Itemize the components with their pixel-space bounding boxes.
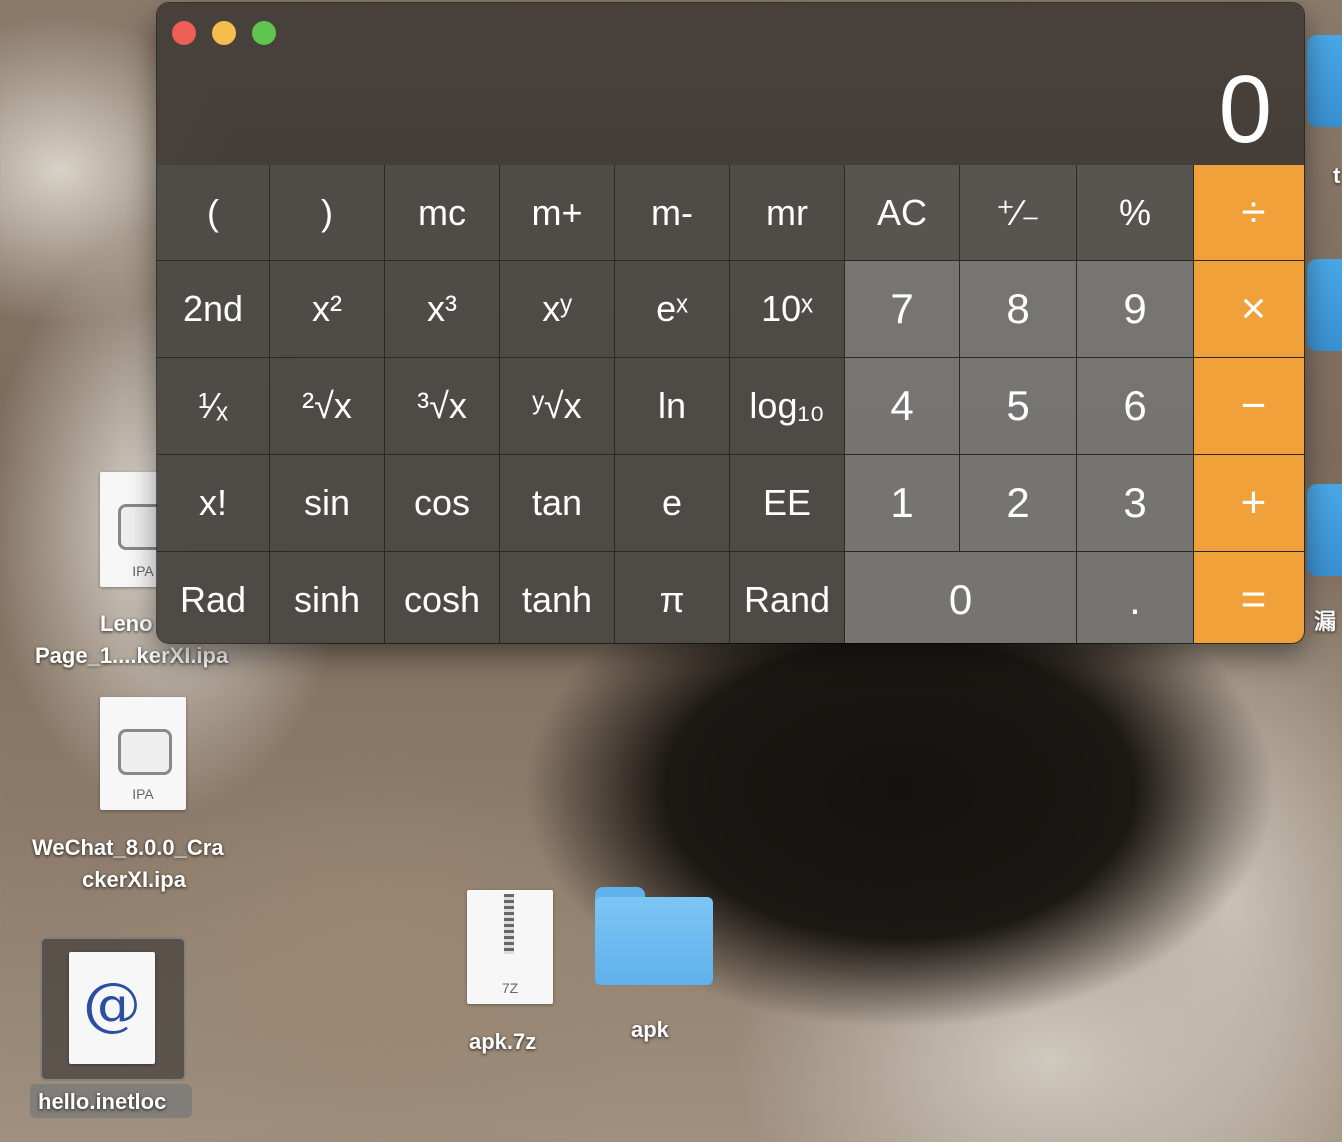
calculator-display: 0 [1218, 56, 1272, 163]
key-open-paren[interactable]: ( [157, 165, 269, 260]
key-plus-minus[interactable]: ⁺∕₋ [960, 165, 1076, 260]
key-log10[interactable]: log₁₀ [730, 358, 844, 454]
calculator-window: 0 ( ) mc m+ m- mr AC ⁺∕₋ % ÷ 2nd x² x³ x… [157, 3, 1304, 643]
folder-icon [595, 887, 713, 985]
key-cosh[interactable]: cosh [385, 552, 499, 643]
file-name: apk.7z [469, 1029, 537, 1054]
key-equals[interactable]: = [1194, 552, 1304, 643]
key-3[interactable]: 3 [1077, 455, 1193, 551]
file-name: hello.inetloc [38, 1089, 167, 1114]
key-e[interactable]: e [615, 455, 729, 551]
key-rad[interactable]: Rad [157, 552, 269, 643]
key-percent[interactable]: % [1077, 165, 1193, 260]
folder-icon-partial[interactable] [1307, 259, 1342, 351]
key-pi[interactable]: π [615, 552, 729, 643]
folder-icon-partial[interactable] [1307, 35, 1342, 127]
key-mc[interactable]: mc [385, 165, 499, 260]
file-name-line1: Leno [100, 611, 153, 636]
key-decimal[interactable]: . [1077, 552, 1193, 643]
zipper-icon [504, 894, 514, 954]
key-1[interactable]: 1 [845, 455, 959, 551]
key-sin[interactable]: sin [270, 455, 384, 551]
ipa-file-icon: IPA [100, 697, 186, 810]
ipa-tag: IPA [132, 786, 154, 802]
key-square-root[interactable]: ²√x [270, 358, 384, 454]
key-x-squared[interactable]: x² [270, 261, 384, 357]
key-y-root[interactable]: ʸ√x [500, 358, 614, 454]
key-2[interactable]: 2 [960, 455, 1076, 551]
key-x-cubed[interactable]: x³ [385, 261, 499, 357]
key-tanh[interactable]: tanh [500, 552, 614, 643]
key-ln[interactable]: ln [615, 358, 729, 454]
key-ac[interactable]: AC [845, 165, 959, 260]
archive-file-icon: 7Z [467, 890, 553, 1004]
key-8[interactable]: 8 [960, 261, 1076, 357]
at-sign-icon: @ [83, 970, 141, 1038]
partial-label: 漏 [1314, 609, 1337, 634]
partial-label: t [1333, 163, 1341, 188]
keypad: ( ) mc m+ m- mr AC ⁺∕₋ % ÷ 2nd x² x³ xʸ … [157, 165, 1304, 643]
key-reciprocal[interactable]: ¹⁄ₓ [157, 358, 269, 454]
archive-tag: 7Z [501, 980, 519, 996]
zoom-button[interactable] [252, 21, 276, 45]
key-subtract[interactable]: − [1194, 358, 1304, 454]
key-e-pow-x[interactable]: eˣ [615, 261, 729, 357]
key-9[interactable]: 9 [1077, 261, 1193, 357]
key-x-pow-y[interactable]: xʸ [500, 261, 614, 357]
key-mr[interactable]: mr [730, 165, 844, 260]
key-6[interactable]: 6 [1077, 358, 1193, 454]
key-2nd[interactable]: 2nd [157, 261, 269, 357]
key-m-minus[interactable]: m- [615, 165, 729, 260]
key-cos[interactable]: cos [385, 455, 499, 551]
minimize-button[interactable] [212, 21, 236, 45]
inetloc-file-icon: @ [69, 952, 155, 1064]
key-10-pow-x[interactable]: 10ˣ [730, 261, 844, 357]
close-button[interactable] [172, 21, 196, 45]
key-0[interactable]: 0 [845, 552, 1076, 643]
key-ee[interactable]: EE [730, 455, 844, 551]
key-4[interactable]: 4 [845, 358, 959, 454]
file-name-line2: ckerXI.ipa [82, 867, 186, 892]
key-rand[interactable]: Rand [730, 552, 844, 643]
folder-icon-partial[interactable] [1307, 484, 1342, 576]
key-5[interactable]: 5 [960, 358, 1076, 454]
folder-name: apk [631, 1017, 669, 1042]
key-divide[interactable]: ÷ [1194, 165, 1304, 260]
file-name: Page_1....kerXI.ipa [35, 643, 229, 668]
key-multiply[interactable]: × [1194, 261, 1304, 357]
key-tan[interactable]: tan [500, 455, 614, 551]
key-7[interactable]: 7 [845, 261, 959, 357]
file-name-line1: WeChat_8.0.0_Cra [32, 835, 224, 860]
key-sinh[interactable]: sinh [270, 552, 384, 643]
key-factorial[interactable]: x! [157, 455, 269, 551]
key-close-paren[interactable]: ) [270, 165, 384, 260]
key-add[interactable]: + [1194, 455, 1304, 551]
key-m-plus[interactable]: m+ [500, 165, 614, 260]
key-cube-root[interactable]: ³√x [385, 358, 499, 454]
titlebar[interactable] [157, 3, 1304, 63]
download-icon [118, 729, 172, 775]
